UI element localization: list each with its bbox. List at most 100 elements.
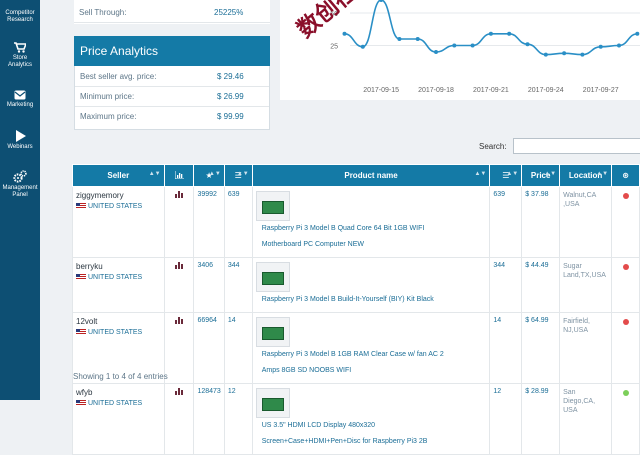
sold-cell: 639 — [489, 186, 523, 258]
envelope-icon — [14, 90, 26, 100]
data-point[interactable] — [379, 0, 384, 2]
x-tick-label: 2017-09-18 — [418, 87, 454, 94]
sold-count: 344 — [493, 262, 506, 269]
sidebar-item-webinars[interactable]: Webinars — [0, 130, 40, 151]
gears-icon — [13, 170, 27, 183]
data-point[interactable] — [452, 43, 457, 48]
seller-name[interactable]: ziggymemory — [76, 191, 161, 200]
status-cell — [611, 186, 640, 258]
product-image[interactable] — [255, 317, 290, 347]
listings-cell: 344 — [223, 257, 253, 313]
sidebar-item-label-2: Analytics — [7, 62, 32, 68]
data-point[interactable] — [507, 31, 512, 36]
price-value: $ 44.49 — [525, 262, 549, 269]
product-title[interactable]: Raspberry Pi 3 Model B Quad Core 64 Bit … — [262, 221, 457, 253]
product-image[interactable] — [255, 191, 290, 221]
status-dot — [622, 193, 629, 199]
product-title[interactable]: Raspberry Pi 3 Model B Build-It-Yourself… — [262, 292, 457, 308]
sidebar-item-store-analytics[interactable]: Store Analytics — [0, 42, 40, 69]
sold-cell: 12 — [489, 383, 523, 455]
col-location[interactable]: Location ▲▼ — [559, 164, 613, 187]
col-seller[interactable]: Seller ▲▼ — [72, 164, 165, 187]
table-row[interactable]: wfyb UNITED STATES 128473 12 US 3.5" HDMI LC… — [72, 383, 640, 455]
seller-name[interactable]: wfyb — [76, 388, 161, 397]
bar-chart-icon[interactable] — [174, 191, 184, 198]
data-point[interactable] — [397, 37, 402, 41]
feedback-count: 128473 — [197, 388, 221, 395]
data-point[interactable] — [415, 37, 420, 41]
us-flag-icon — [76, 274, 86, 281]
price-cell: $ 64.99 — [521, 312, 561, 384]
col-chart[interactable] — [163, 164, 195, 187]
listings-count: 14 — [227, 317, 236, 324]
seller-name[interactable]: 12volt — [76, 317, 161, 326]
col-sold[interactable]: ☰ ▲▼ — [489, 164, 523, 187]
bar-chart-icon[interactable] — [174, 388, 184, 395]
data-point[interactable] — [543, 52, 548, 57]
product-title[interactable]: US 3.5" HDMI LCD Display 480x320 Screen+… — [262, 418, 457, 450]
x-tick-label: 2017-09-15 — [363, 87, 399, 94]
data-point[interactable] — [562, 51, 567, 56]
table-body: ziggymemory UNITED STATES 39992 639 Raspberr… — [72, 186, 640, 455]
country-name: UNITED STATES — [88, 400, 143, 407]
table-row[interactable]: ziggymemory UNITED STATES 39992 639 Raspberr… — [72, 186, 640, 258]
sidebar-item-label: Management — [2, 185, 38, 191]
listings-cell: 12 — [223, 383, 253, 455]
sidebar-item-management-panel[interactable]: Management Panel — [0, 170, 40, 199]
col-listings[interactable]: ☰ ▲▼ — [223, 164, 253, 187]
price-analytics-header: Price Analytics — [74, 36, 270, 66]
seller-name[interactable]: berryku — [76, 262, 161, 271]
us-flag-icon — [76, 400, 86, 407]
price-row-minimum: Minimum price: $ 26.99 — [75, 87, 269, 107]
data-point[interactable] — [360, 44, 365, 49]
data-point[interactable] — [434, 50, 439, 54]
products-table: Seller ▲▼ ★ ▲▼ ☰ ▲▼ Product name ▲▼ ☰ ▲▼ Pric… — [72, 164, 640, 455]
stats-panel: Sell Through: 25225% — [74, 0, 270, 24]
data-point[interactable] — [342, 31, 347, 36]
col-product[interactable]: Product name ▲▼ — [251, 164, 491, 187]
feedback-count: 66964 — [197, 317, 217, 324]
price-analytics-panel: Best seller avg. price: $ 29.46 Minimum … — [74, 66, 270, 130]
sidebar-item-competitor-research[interactable]: Competitor Research — [0, 2, 40, 24]
table-row[interactable]: berryku UNITED STATES 3406 344 Raspberry Pi … — [72, 257, 640, 313]
col-rating[interactable]: ★ ▲▼ — [193, 164, 225, 187]
col-status[interactable]: ⊛ — [611, 164, 640, 187]
data-point[interactable] — [635, 31, 640, 36]
play-icon — [16, 130, 26, 142]
product-cell: Raspberry Pi 3 Model B Quad Core 64 Bit … — [251, 186, 491, 258]
us-flag-icon — [76, 329, 86, 336]
data-point[interactable] — [617, 43, 622, 48]
product-image[interactable] — [255, 388, 290, 418]
table-header-row: Seller ▲▼ ★ ▲▼ ☰ ▲▼ Product name ▲▼ ☰ ▲▼ Pric… — [72, 164, 640, 187]
sidebar-item-marketing[interactable]: Marketing — [0, 90, 40, 109]
product-cell: Raspberry Pi 3 Model B Build-It-Yourself… — [251, 257, 491, 313]
feedback-cell: 3406 — [193, 257, 225, 313]
status-cell — [611, 257, 640, 313]
bar-chart-icon[interactable] — [174, 317, 184, 324]
product-title[interactable]: Raspberry Pi 3 Model B 1GB RAM Clear Cas… — [262, 347, 457, 379]
sold-count: 14 — [493, 317, 502, 324]
data-point[interactable] — [470, 43, 475, 48]
product-image[interactable] — [255, 262, 290, 292]
status-dot — [622, 264, 629, 270]
sort-icon: ▲▼ — [208, 171, 221, 177]
price-value: $ 37.98 — [525, 191, 549, 198]
sidebar-item-label: Webinars — [7, 144, 33, 150]
seller-country: UNITED STATES — [76, 400, 161, 407]
sidebar-item-label: Marketing — [6, 102, 34, 108]
data-point[interactable] — [525, 42, 530, 47]
listings-count: 12 — [227, 388, 236, 395]
listings-count: 344 — [227, 262, 240, 269]
country-name: UNITED STATES — [88, 274, 143, 281]
sort-icon: ▲▼ — [236, 171, 249, 177]
listings-cell: 14 — [223, 312, 253, 384]
bar-chart-icon[interactable] — [174, 262, 184, 269]
data-point[interactable] — [598, 44, 603, 49]
seller-cell: wfyb UNITED STATES — [72, 383, 165, 455]
col-price[interactable]: Price ▲▼ — [521, 164, 561, 187]
status-dot — [622, 390, 629, 396]
data-point[interactable] — [580, 52, 585, 57]
data-point[interactable] — [488, 31, 493, 36]
search-input[interactable] — [513, 138, 640, 154]
sort-icon: ▲▼ — [506, 171, 519, 177]
